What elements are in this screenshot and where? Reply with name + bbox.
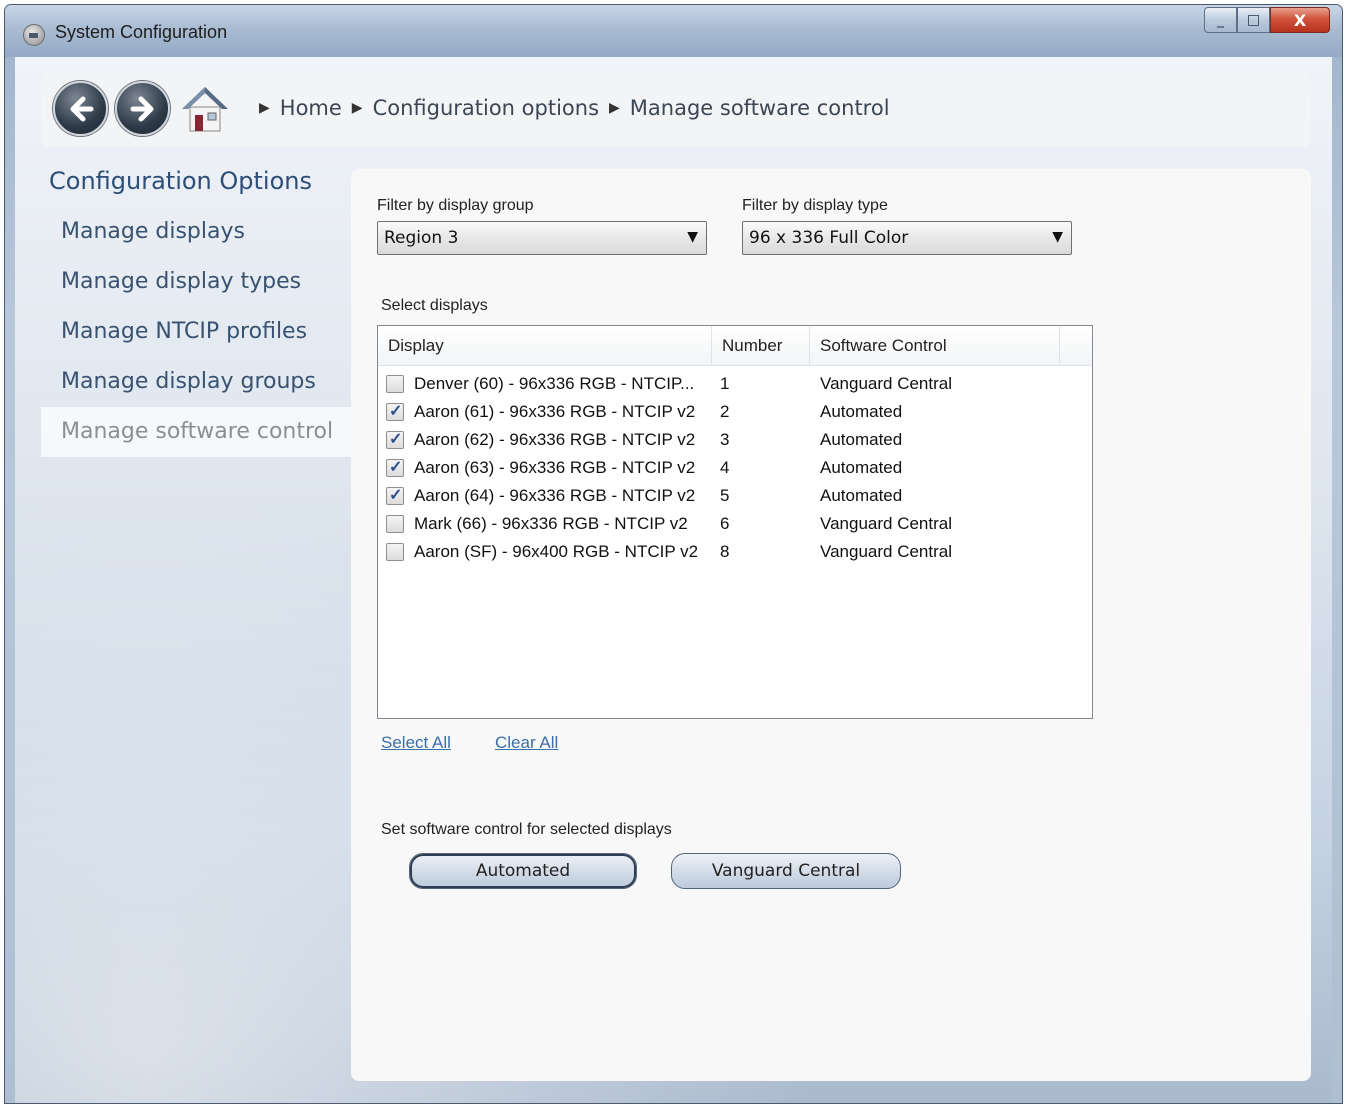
- column-header-software-control[interactable]: Software Control: [810, 326, 1060, 366]
- navigation-bar: ▶ Home ▶ Configuration options ▶ Manage …: [41, 71, 1311, 147]
- sidebar-item-manage-ntcip-profiles[interactable]: Manage NTCIP profiles: [41, 307, 351, 357]
- row-checkbox[interactable]: [386, 485, 404, 505]
- column-header-display[interactable]: Display: [378, 326, 712, 366]
- display-cell: Mark (66) - 96x336 RGB - NTCIP v2: [378, 514, 712, 534]
- display-number: 2: [720, 402, 730, 421]
- display-cell: Aaron (61) - 96x336 RGB - NTCIP v2: [378, 401, 712, 422]
- software-control-value: Automated: [820, 458, 903, 477]
- window-title: System Configuration: [55, 22, 228, 42]
- sidebar-title: Configuration Options: [49, 167, 312, 195]
- table-row[interactable]: Aaron (SF) - 96x400 RGB - NTCIP v2 8 Vangu…: [378, 538, 1092, 566]
- select-displays-label: Select displays: [381, 297, 488, 314]
- display-name: Denver (60) - 96x336 RGB - NTCIP...: [414, 374, 695, 393]
- row-checkbox[interactable]: [386, 375, 404, 393]
- display-type-select[interactable]: 96 x 336 Full Color ▼: [742, 221, 1072, 255]
- display-number: 4: [720, 458, 730, 477]
- title-bar[interactable]: System Configuration _ □ X: [5, 5, 1342, 57]
- display-cell: Aaron (63) - 96x336 RGB - NTCIP v2: [378, 457, 712, 478]
- table-row[interactable]: Aaron (64) - 96x336 RGB - NTCIP v2 5 Autom…: [378, 482, 1092, 510]
- back-arrow-icon: [70, 96, 93, 121]
- row-checkbox[interactable]: [386, 429, 404, 449]
- table-row[interactable]: Mark (66) - 96x336 RGB - NTCIP v2 6 Vangua…: [378, 510, 1092, 538]
- table-row[interactable]: Aaron (61) - 96x336 RGB - NTCIP v2 2 Autom…: [378, 398, 1092, 426]
- sidebar: Configuration Options Manage displays Ma…: [41, 167, 351, 457]
- clear-all-link[interactable]: Clear All: [495, 733, 558, 753]
- software-control-value: Vanguard Central: [820, 374, 952, 393]
- displays-list[interactable]: Display Number Software Control Denver (…: [377, 325, 1093, 719]
- dropdown-arrow-icon: ▼: [1052, 229, 1063, 245]
- breadcrumb-arrow-icon: ▶: [351, 100, 363, 116]
- client-area: ▶ Home ▶ Configuration options ▶ Manage …: [15, 57, 1332, 1103]
- display-group-value: Region 3: [384, 228, 459, 248]
- display-number: 6: [720, 514, 730, 533]
- select-all-link[interactable]: Select All: [381, 733, 451, 753]
- dropdown-arrow-icon: ▼: [687, 229, 698, 245]
- home-button[interactable]: [178, 83, 232, 135]
- automated-button[interactable]: Automated: [409, 853, 637, 889]
- display-type-value: 96 x 336 Full Color: [749, 228, 909, 248]
- display-name: Mark (66) - 96x336 RGB - NTCIP v2: [414, 514, 688, 533]
- display-name: Aaron (SF) - 96x400 RGB - NTCIP v2: [414, 542, 699, 561]
- column-header-filler: [1060, 326, 1092, 366]
- breadcrumb: ▶ Home ▶ Configuration options ▶ Manage …: [259, 96, 890, 120]
- forward-arrow-icon: [130, 96, 153, 121]
- row-checkbox[interactable]: [386, 457, 404, 477]
- row-checkbox[interactable]: [386, 543, 404, 561]
- display-name: Aaron (61) - 96x336 RGB - NTCIP v2: [414, 402, 696, 421]
- forward-button[interactable]: [115, 81, 170, 136]
- breadcrumb-configuration-options[interactable]: Configuration options: [373, 96, 599, 120]
- display-name: Aaron (62) - 96x336 RGB - NTCIP v2: [414, 430, 696, 449]
- vanguard-central-button[interactable]: Vanguard Central: [671, 853, 901, 889]
- display-number: 1: [720, 374, 730, 393]
- sidebar-item-manage-display-types[interactable]: Manage display types: [41, 257, 351, 307]
- maximize-icon: □: [1246, 12, 1261, 28]
- table-row[interactable]: Denver (60) - 96x336 RGB - NTCIP... 1 Vang…: [378, 370, 1092, 398]
- list-body: Denver (60) - 96x336 RGB - NTCIP... 1 Vang…: [378, 366, 1092, 566]
- list-header: Display Number Software Control: [378, 326, 1092, 366]
- breadcrumb-manage-software-control[interactable]: Manage software control: [630, 96, 890, 120]
- sidebar-item-manage-software-control[interactable]: Manage software control: [41, 407, 351, 457]
- app-icon: [23, 24, 45, 46]
- software-control-value: Automated: [820, 486, 903, 505]
- table-row[interactable]: Aaron (62) - 96x336 RGB - NTCIP v2 3 Autom…: [378, 426, 1092, 454]
- software-control-value: Vanguard Central: [820, 514, 952, 533]
- main-panel: Filter by display group Region 3 ▼ Filte…: [351, 169, 1311, 1081]
- software-control-value: Vanguard Central: [820, 542, 952, 561]
- display-name: Aaron (63) - 96x336 RGB - NTCIP v2: [414, 458, 696, 477]
- sidebar-item-manage-display-groups[interactable]: Manage display groups: [41, 357, 351, 407]
- display-number: 5: [720, 486, 730, 505]
- breadcrumb-arrow-icon: ▶: [609, 100, 620, 116]
- minimize-icon: _: [1217, 12, 1224, 28]
- close-button[interactable]: X: [1270, 7, 1330, 33]
- close-icon: X: [1293, 10, 1307, 30]
- display-name: Aaron (64) - 96x336 RGB - NTCIP v2: [414, 486, 696, 505]
- display-cell: Aaron (62) - 96x336 RGB - NTCIP v2: [378, 429, 712, 450]
- display-number: 3: [720, 430, 730, 449]
- application-window: System Configuration _ □ X ▶ Home ▶ Conf…: [4, 4, 1343, 1104]
- minimize-button[interactable]: _: [1204, 7, 1237, 33]
- caption-buttons: _ □ X: [1204, 7, 1330, 33]
- display-cell: Aaron (64) - 96x336 RGB - NTCIP v2: [378, 485, 712, 506]
- software-control-value: Automated: [820, 402, 903, 421]
- row-checkbox[interactable]: [386, 515, 404, 533]
- maximize-button[interactable]: □: [1237, 7, 1270, 33]
- breadcrumb-arrow-icon: ▶: [259, 100, 270, 116]
- display-number: 8: [720, 542, 730, 561]
- back-button[interactable]: [53, 81, 108, 136]
- display-group-select[interactable]: Region 3 ▼: [377, 221, 707, 255]
- type-filter-label: Filter by display type: [742, 197, 888, 214]
- table-row[interactable]: Aaron (63) - 96x336 RGB - NTCIP v2 4 Autom…: [378, 454, 1092, 482]
- column-header-number[interactable]: Number: [712, 326, 810, 366]
- sidebar-item-manage-displays[interactable]: Manage displays: [41, 207, 351, 257]
- home-icon: [182, 87, 228, 132]
- software-control-value: Automated: [820, 430, 903, 449]
- group-filter-label: Filter by display group: [377, 197, 534, 214]
- row-checkbox[interactable]: [386, 401, 404, 421]
- set-control-label: Set software control for selected displa…: [381, 821, 672, 838]
- display-cell: Denver (60) - 96x336 RGB - NTCIP...: [378, 374, 712, 394]
- display-cell: Aaron (SF) - 96x400 RGB - NTCIP v2: [378, 542, 712, 562]
- breadcrumb-home[interactable]: Home: [280, 96, 342, 120]
